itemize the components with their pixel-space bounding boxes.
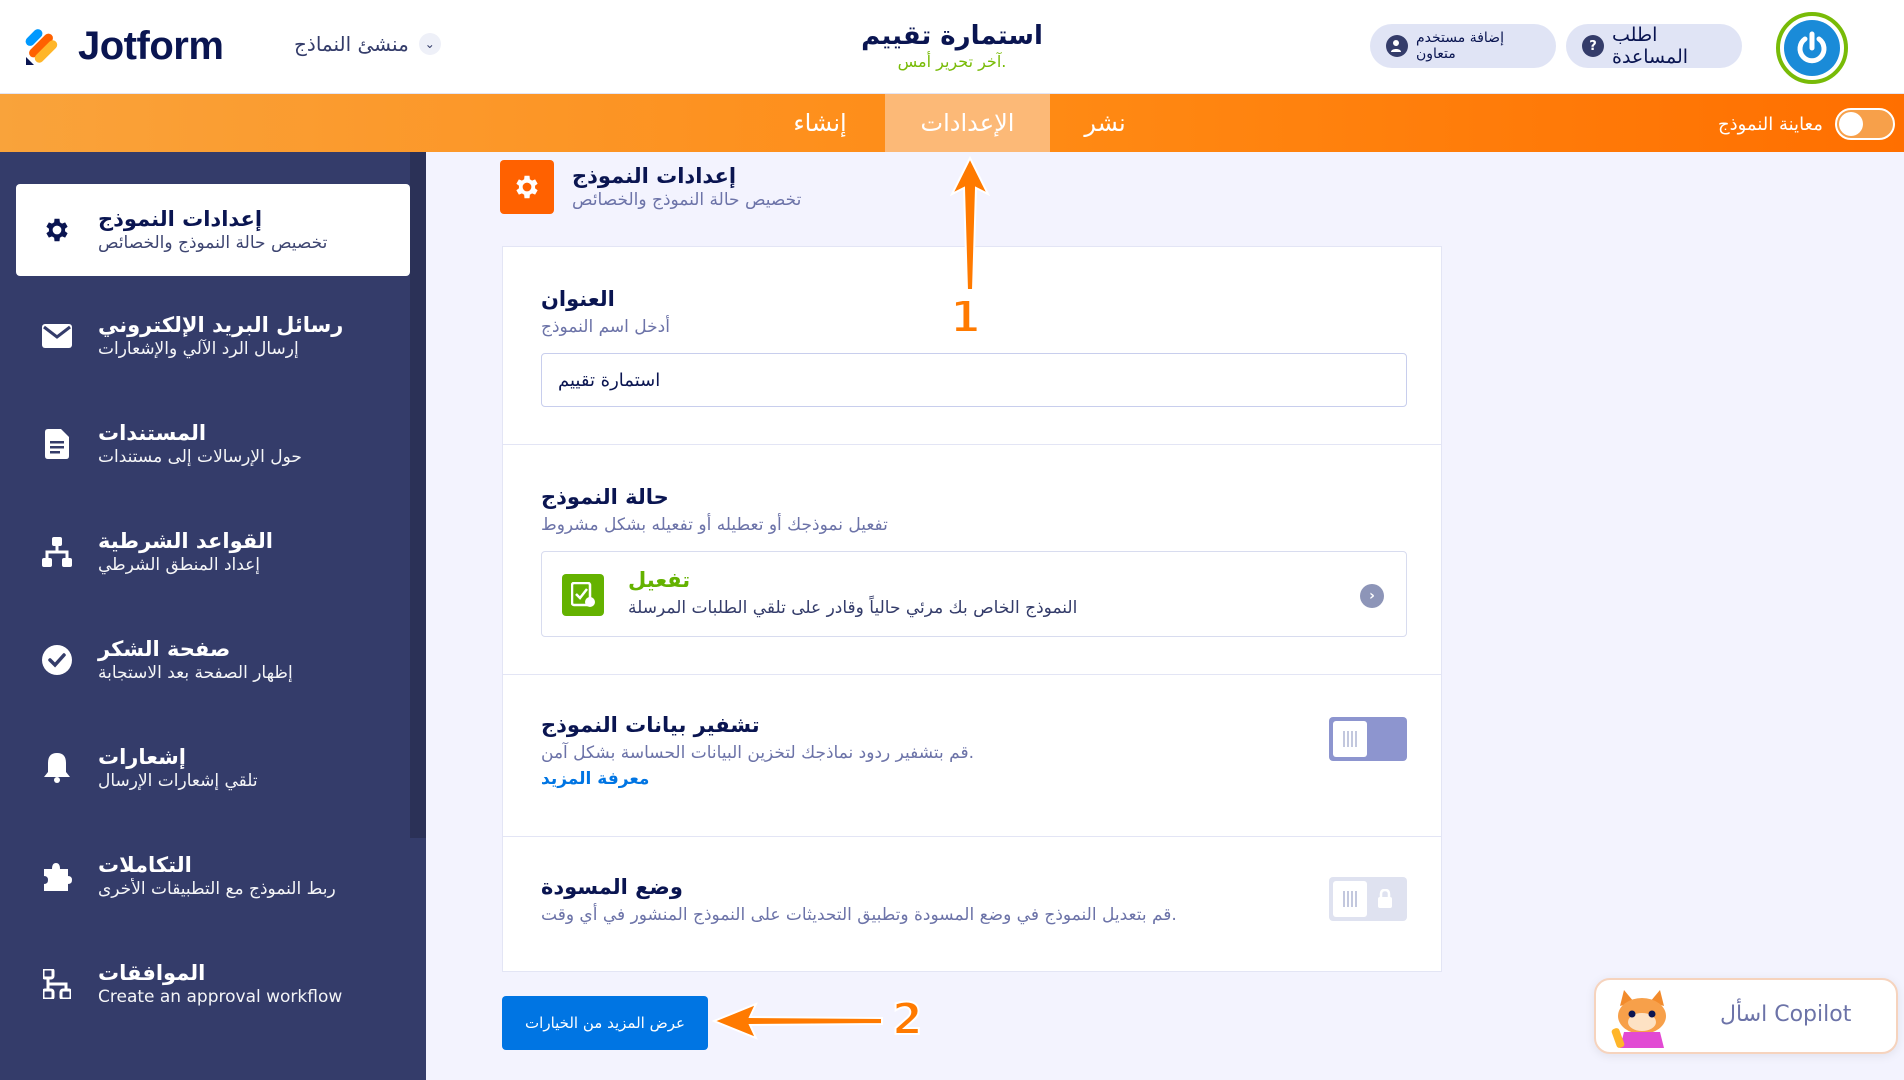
sidebar-item-title: التكاملات [98,853,192,877]
add-collaborator-label: إضافة مستخدم متعاون [1416,30,1504,62]
user-avatar[interactable] [1776,12,1848,84]
add-user-icon [1386,35,1408,57]
builder-nav: إنشاء الإعدادات نشر [0,94,1904,152]
sidebar-item-thank-you[interactable]: صفحة الشكر إظهار الصفحة بعد الاستجابة [16,614,410,706]
sidebar-item-desc: ربط النموذج مع التطبيقات الأخرى [98,879,336,899]
copilot-mascot-icon [1610,988,1674,1052]
sidebar-item-desc: تلقي إشعارات الإرسال [98,771,258,791]
encryption-toggle[interactable] [1329,717,1407,761]
preview-form-toggle[interactable] [1834,108,1895,140]
section-header: إعدادات النموذج تخصيص حالة النموذج والخص… [500,160,801,214]
form-title-block: استمارة تقييم آخر تحرير أمس. [752,20,1152,72]
draft-mode-label: وضع المسودة [541,875,683,899]
builder-dropdown[interactable]: منشئ النماذج ⌄ [294,32,441,56]
sidebar-item-desc: إعداد المنطق الشرطي [98,555,261,575]
chevron-right-icon: › [1360,584,1384,608]
sidebar-item-desc: إظهار الصفحة بعد الاستجابة [98,663,293,683]
gear-icon [16,215,98,245]
preview-form-label: معاينة النموذج [1718,113,1823,135]
encryption-desc: قم بتشفير ردود نماذجك لتخزين البيانات ال… [541,743,975,763]
sidebar-item-title: إعدادات النموذج [98,207,263,231]
hierarchy-icon [16,537,98,567]
draft-mode-toggle[interactable] [1329,877,1407,921]
jotform-logo[interactable]: Jotform [24,24,224,69]
show-more-options-button[interactable]: عرض المزيد من الخيارات [502,996,708,1050]
encryption-setting-row: تشفير بيانات النموذج قم بتشفير ردود نماذ… [503,675,1441,837]
title-hint: أدخل اسم النموذج [541,317,670,337]
status-hint: تفعيل نموذجك أو تعطيله أو تفعيله بشكل مش… [541,515,888,535]
encryption-label: تشفير بيانات النموذج [541,713,760,737]
sidebar-item-title: الموافقات [98,961,206,985]
annotation-arrow-1 [948,155,992,296]
status-desc: النموذج الخاص بك مرئي حالياً وقادر على ت… [628,598,1078,618]
tab-create[interactable]: إنشاء [770,94,870,152]
workflow-icon [16,969,98,999]
ask-copilot-label: اسأل Copilot [1720,1002,1852,1027]
preview-form-control: معاينة النموذج [1718,108,1895,140]
ask-copilot-button[interactable]: اسأل Copilot [1594,978,1898,1054]
envelope-icon [16,324,98,348]
form-title[interactable]: استمارة تقييم [752,20,1152,52]
sidebar-item-title: القواعد الشرطية [98,529,273,553]
toggle-knob [1333,881,1367,917]
draft-mode-setting-row: وضع المسودة قم بتعديل النموذج في وضع الم… [503,837,1441,971]
tab-settings[interactable]: الإعدادات [885,94,1050,152]
sidebar-item-emails[interactable]: رسائل البريد الإلكتروني إرسال الرد الآلي… [16,290,410,382]
jotform-logo-icon [24,27,64,67]
top-header: Jotform منشئ النماذج ⌄ استمارة تقييم آخر… [0,0,1904,94]
form-title-input[interactable]: استمارة تقييم [541,353,1407,407]
sidebar-item-title: المستندات [98,421,207,445]
status-setting-row: حالة النموذج تفعيل نموذجك أو تعطيله أو ت… [503,445,1441,675]
check-circle-icon [16,645,98,675]
annotation-step-2: 2 [891,993,924,1046]
tab-publish[interactable]: نشر [1050,94,1160,152]
sidebar-item-title: إشعارات [98,745,186,769]
section-title: إعدادات النموذج [572,164,737,188]
annotation-arrow-2 [711,998,884,1048]
form-check-icon [562,574,604,616]
add-collaborator-button[interactable]: إضافة مستخدم متعاون [1370,24,1556,68]
power-icon [1784,20,1840,76]
lock-icon [1377,888,1393,913]
sidebar-item-notifications[interactable]: إشعارات تلقي إشعارات الإرسال [16,722,410,814]
toggle-knob [1333,721,1367,757]
chevron-down-icon: ⌄ [418,33,441,55]
sidebar-item-conditions[interactable]: القواعد الشرطية إعداد المنطق الشرطي [16,506,410,598]
document-icon [16,429,98,459]
gear-icon [500,160,554,214]
draft-mode-desc: قم بتعديل النموذج في وضع المسودة وتطبيق … [541,905,1177,925]
sidebar-item-title: رسائل البريد الإلكتروني [98,313,344,337]
last-edited-text: آخر تحرير أمس. [897,52,1007,71]
sidebar-item-form-settings[interactable]: إعدادات النموذج تخصيص حالة النموذج والخص… [16,184,410,276]
sidebar-item-desc: تخصيص حالة النموذج والخصائص [98,233,328,253]
question-icon: ? [1582,35,1604,57]
builder-label: منشئ النماذج [294,32,409,56]
sidebar-item-integrations[interactable]: التكاملات ربط النموذج مع التطبيقات الأخر… [16,830,410,922]
status-value: تفعيل [628,568,691,592]
get-help-label: اطلب المساعدة [1612,24,1689,68]
sidebar-item-desc: حول الإرسالات إلى مستندات [98,447,302,467]
sidebar-item-title: صفحة الشكر [98,637,231,661]
sidebar-item-desc: Create an approval workflow [98,987,343,1007]
settings-sidebar: إعدادات النموذج تخصيص حالة النموذج والخص… [0,152,426,1080]
sidebar-item-desc: إرسال الرد الآلي والإشعارات [98,339,299,359]
sidebar-item-approvals[interactable]: الموافقات Create an approval workflow [16,938,410,1030]
form-settings-card: العنوان أدخل اسم النموذج استمارة تقييم ح… [502,246,1442,972]
form-status-selector[interactable]: تفعيل النموذج الخاص بك مرئي حالياً وقادر… [541,551,1407,637]
status-label: حالة النموذج [541,485,669,509]
title-label: العنوان [541,287,615,311]
brand-name: Jotform [78,24,224,68]
annotation-step-1: 1 [949,291,982,344]
get-help-button[interactable]: ? اطلب المساعدة [1566,24,1742,68]
sidebar-item-documents[interactable]: المستندات حول الإرسالات إلى مستندات [16,398,410,490]
puzzle-icon [16,861,98,891]
sidebar-scrollbar[interactable] [410,152,426,838]
learn-more-link[interactable]: معرفة المزيد [541,769,649,789]
section-desc: تخصيص حالة النموذج والخصائص [572,190,802,210]
bell-icon [16,753,98,783]
